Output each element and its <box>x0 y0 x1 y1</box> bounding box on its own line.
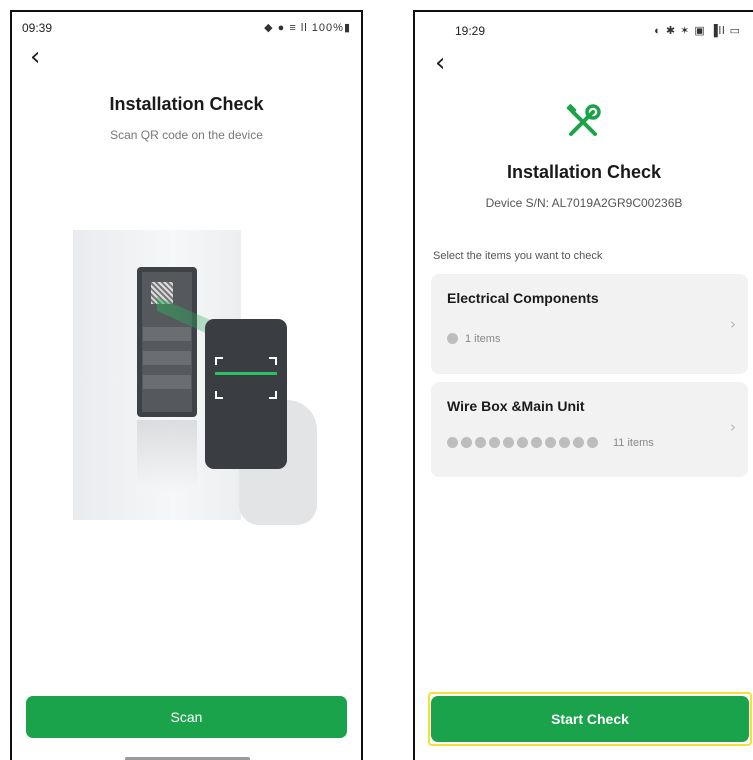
item-count: 1 items <box>465 333 501 345</box>
status-icons: ◆ ● ≡ ll 100%▮ <box>260 22 351 34</box>
left-phone-screen: 09:39 ◆ ● ≡ ll 100%▮ ‹ Installation Chec… <box>10 10 363 760</box>
right-phone-screen: 19:29 ◐ ✱ ✶ ▣ ▐ll ▭ ‹ Installation Check… <box>413 10 753 760</box>
chevron-right-icon: › <box>730 315 736 333</box>
item-dots <box>447 437 598 448</box>
item-dot <box>489 437 500 448</box>
item-dot <box>573 437 584 448</box>
page-title: Installation Check <box>109 94 264 114</box>
item-dot <box>503 437 514 448</box>
start-check-button[interactable]: Start Check <box>431 696 749 742</box>
status-time: 09:39 <box>22 21 53 35</box>
status-icons: ◐ ✱ ✶ ▣ ▐ll ▭ <box>654 25 741 37</box>
scan-button[interactable]: Scan <box>26 696 347 738</box>
back-arrow-icon[interactable]: ‹ <box>435 50 445 76</box>
card-title: Electrical Components <box>447 290 599 306</box>
check-item-electrical-components[interactable]: Electrical Components 1 items › <box>431 274 748 374</box>
item-dot <box>447 333 458 344</box>
item-dot <box>461 437 472 448</box>
item-dot <box>587 437 598 448</box>
page-subtitle: Scan QR code on the device <box>110 128 263 142</box>
item-dot <box>545 437 556 448</box>
back-arrow-icon[interactable]: ‹ <box>30 44 40 70</box>
check-item-wire-box-main-unit[interactable]: Wire Box &Main Unit 11 items › <box>431 382 748 477</box>
item-count: 11 items <box>613 437 654 449</box>
item-dots <box>447 333 458 344</box>
status-time: 19:29 <box>455 24 486 38</box>
wrench-screwdriver-icon <box>566 104 601 136</box>
device-serial: Device S/N: AL7019A2GR9C00236B <box>485 196 683 210</box>
item-dot <box>531 437 542 448</box>
scanning-phone-graphic <box>205 319 287 469</box>
chevron-right-icon: › <box>730 418 736 436</box>
page-title: Installation Check <box>506 162 662 182</box>
item-dot <box>447 437 458 448</box>
section-label: Select the items you want to check <box>433 250 603 262</box>
scan-illustration <box>67 222 317 532</box>
item-dot <box>559 437 570 448</box>
item-dot <box>475 437 486 448</box>
item-dot <box>517 437 528 448</box>
device-graphic <box>137 267 197 417</box>
card-title: Wire Box &Main Unit <box>447 398 585 414</box>
